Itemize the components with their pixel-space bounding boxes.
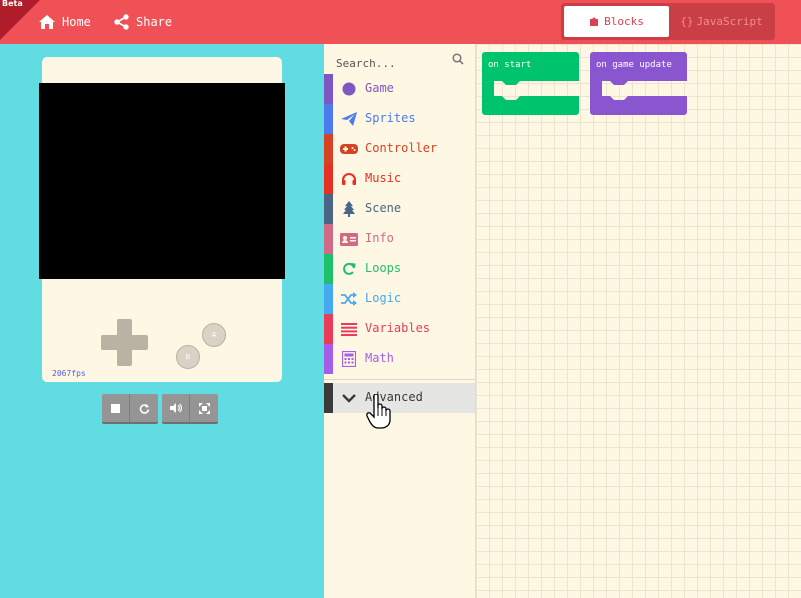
category-label: Info: [365, 231, 394, 245]
category-info[interactable]: Info: [324, 224, 475, 254]
category-game[interactable]: Game: [324, 74, 475, 104]
on-game-update-block[interactable]: on game update: [590, 52, 688, 120]
category-label: Variables: [365, 321, 431, 335]
refresh-icon: [139, 403, 149, 414]
expand-icon: [198, 402, 210, 414]
on-game-update-label: on game update: [596, 60, 672, 70]
on-start-label: on start: [488, 60, 532, 70]
tree-icon: [340, 200, 358, 218]
toolbox: Search... Game Sprites Controller Music …: [324, 44, 475, 598]
blocks-tab-label: Blocks: [604, 15, 644, 28]
category-scene[interactable]: Scene: [324, 194, 475, 224]
beta-label: Beta: [2, 0, 23, 8]
category-loops[interactable]: Loops: [324, 254, 475, 284]
fps-counter: 2067fps: [52, 369, 86, 378]
braces-icon: {}: [680, 15, 694, 28]
list-icon: [340, 320, 358, 338]
calculator-icon: [340, 350, 358, 368]
b-button-label: B: [185, 353, 191, 361]
sim-controls-secondary: [162, 394, 218, 422]
category-stripe: [324, 134, 333, 164]
category-stripe: [324, 344, 333, 374]
volume-icon: [169, 403, 182, 413]
shuffle-icon: [340, 290, 358, 308]
stop-icon: [111, 403, 120, 413]
id-card-icon: [340, 230, 358, 248]
top-header: Beta Home Share Blocks {} JavaScript: [0, 0, 801, 44]
search-placeholder: Search...: [336, 56, 396, 70]
category-sprites[interactable]: Sprites: [324, 104, 475, 134]
category-label: Scene: [365, 201, 402, 215]
category-stripe: [324, 314, 333, 344]
category-label: Loops: [365, 261, 402, 275]
toolbox-divider: [324, 379, 475, 380]
refresh-icon: [340, 260, 358, 278]
home-button[interactable]: Home: [38, 12, 91, 32]
category-stripe: [324, 164, 333, 194]
blocks-workspace[interactable]: on start on game update: [475, 44, 801, 598]
circle-icon: [340, 80, 358, 98]
a-button[interactable]: A: [202, 323, 226, 347]
category-variables[interactable]: Variables: [324, 314, 475, 344]
category-label: Music: [365, 171, 402, 185]
category-label: Controller: [365, 141, 438, 155]
mute-button[interactable]: [162, 394, 190, 422]
category-label: Sprites: [365, 111, 416, 125]
chevron-down-icon: [342, 394, 356, 403]
game-screen[interactable]: [39, 83, 285, 279]
b-button[interactable]: B: [176, 345, 200, 369]
blocks-tab[interactable]: Blocks: [564, 6, 669, 37]
fullscreen-button[interactable]: [190, 394, 218, 422]
category-math[interactable]: Math: [324, 344, 475, 374]
a-button-label: A: [211, 331, 217, 339]
category-label: Math: [365, 351, 394, 365]
restart-button[interactable]: [130, 394, 158, 422]
category-label: Game: [365, 81, 394, 95]
category-stripe: [324, 194, 333, 224]
home-icon: [39, 15, 55, 29]
editor-toggle: Blocks {} JavaScript: [561, 3, 775, 40]
category-stripe: [324, 104, 333, 134]
category-stripe: [324, 383, 333, 413]
gamepad-icon: [340, 140, 358, 158]
hand-cursor-icon: [366, 394, 391, 429]
home-label: Home: [62, 15, 91, 29]
category-advanced[interactable]: Advanced: [324, 383, 475, 413]
paper-plane-icon: [340, 110, 358, 128]
javascript-tab-label: JavaScript: [696, 15, 763, 28]
share-button[interactable]: Share: [113, 12, 172, 32]
javascript-tab[interactable]: {} JavaScript: [671, 6, 772, 37]
category-stripe: [324, 74, 333, 104]
headphones-icon: [340, 170, 358, 188]
category-stripe: [324, 224, 333, 254]
category-stripe: [324, 284, 333, 314]
puzzle-icon: [590, 17, 599, 26]
category-label: Logic: [365, 291, 402, 305]
category-music[interactable]: Music: [324, 164, 475, 194]
category-stripe: [324, 254, 333, 284]
on-start-block[interactable]: on start: [482, 52, 580, 120]
stop-button[interactable]: [102, 394, 130, 422]
share-label: Share: [136, 15, 173, 29]
sim-controls-primary: [102, 394, 158, 422]
dpad-horizontal[interactable]: [101, 335, 148, 350]
category-logic[interactable]: Logic: [324, 284, 475, 314]
search-icon[interactable]: [452, 53, 464, 65]
category-controller[interactable]: Controller: [324, 134, 475, 164]
share-icon: [114, 14, 129, 30]
